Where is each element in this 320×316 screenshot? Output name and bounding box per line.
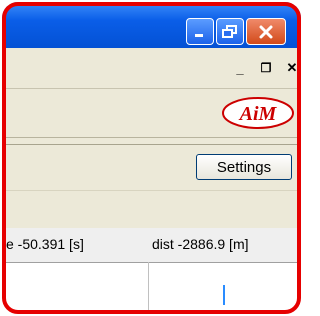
- logo-text: AiM: [238, 103, 278, 125]
- close-icon: [259, 25, 273, 38]
- divider: [2, 144, 301, 145]
- mdi-control-bar: _ ❐ ✕: [2, 48, 301, 89]
- settings-button[interactable]: Settings: [196, 154, 292, 180]
- minimize-icon: [195, 33, 203, 37]
- cursor-readout: e -50.391 [s] dist -2886.9 [m]: [2, 228, 301, 263]
- secondary-bar: [2, 190, 301, 229]
- app-window: _ ❐ ✕ AiM Settings e -50.391 [s] dist -2…: [2, 2, 301, 314]
- plot-cursor-marker[interactable]: [223, 285, 225, 305]
- close-button[interactable]: [246, 18, 286, 45]
- title-bar: [2, 2, 301, 48]
- restore-icon: [222, 24, 237, 38]
- mdi-close-button[interactable]: ✕: [284, 60, 300, 76]
- plot-divider: [148, 262, 149, 314]
- mdi-restore-button[interactable]: ❐: [258, 60, 274, 76]
- mdi-minimize-button[interactable]: _: [232, 60, 248, 76]
- minimize-button[interactable]: [186, 18, 214, 45]
- restore-button[interactable]: [216, 18, 244, 45]
- logo-bar: AiM: [2, 89, 301, 138]
- aim-logo: AiM: [222, 97, 294, 129]
- distance-readout: dist -2886.9 [m]: [152, 236, 249, 252]
- time-readout: e -50.391 [s]: [6, 236, 84, 252]
